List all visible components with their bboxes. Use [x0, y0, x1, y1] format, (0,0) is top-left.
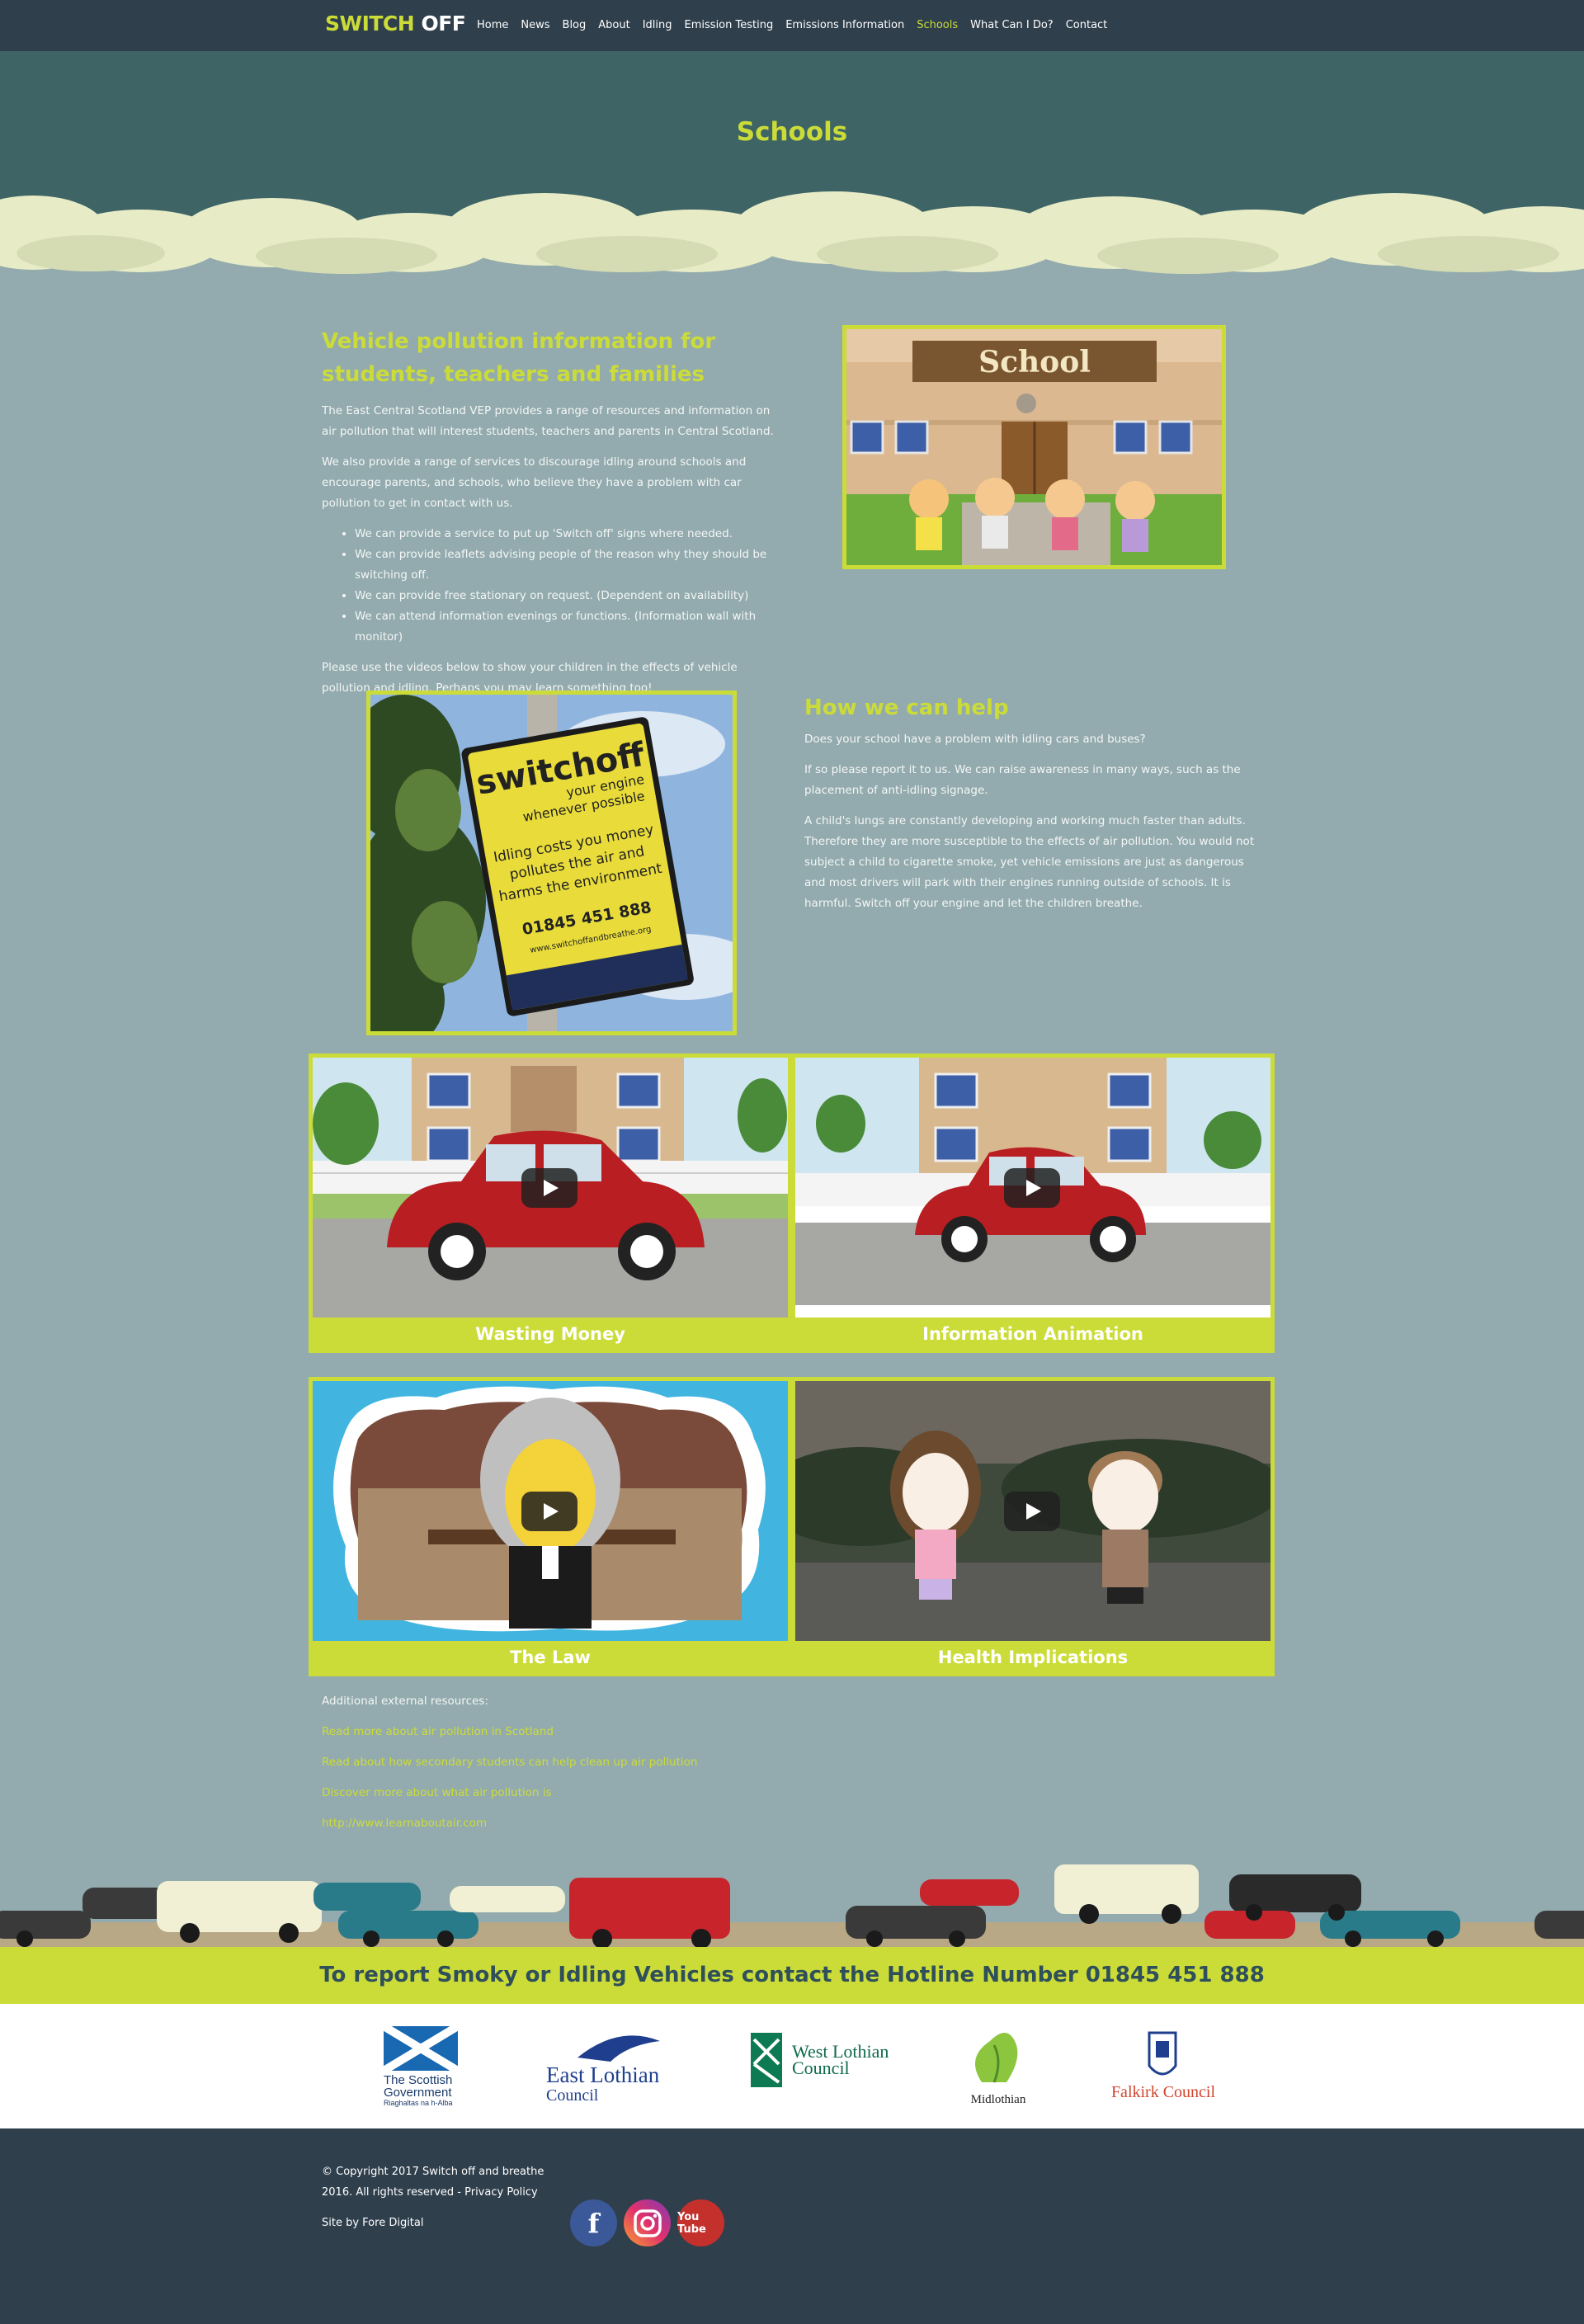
- main-menu: Home News Blog About Idling Emission Tes…: [477, 19, 1120, 31]
- falkirk-text: Falkirk Council: [1111, 2083, 1216, 2101]
- list-item: We can attend information evenings or fu…: [355, 606, 784, 648]
- resources-label: Additional external resources:: [322, 1695, 488, 1708]
- midlothian-text: Midlothian: [971, 2093, 1026, 2106]
- video-health-implications[interactable]: [795, 1381, 1270, 1641]
- nav-home[interactable]: Home: [477, 19, 508, 31]
- facebook-glyph: f: [587, 2207, 600, 2239]
- list-item: We can provide free stationary on reques…: [355, 586, 784, 606]
- play-button-icon[interactable]: [521, 1492, 578, 1531]
- nav-contact[interactable]: Contact: [1066, 19, 1108, 31]
- video-row-2: The Law Health Implications: [309, 1377, 1275, 1676]
- nav-emissions-information[interactable]: Emissions Information: [785, 19, 904, 31]
- video-the-law[interactable]: [313, 1381, 788, 1641]
- site-by-link[interactable]: Site by Fore Digital: [322, 2213, 561, 2233]
- top-nav: SWITCH OFF Home News Blog About Idling E…: [0, 0, 1584, 51]
- nav-idling[interactable]: Idling: [643, 19, 672, 31]
- external-resources: Additional external resources: Read more…: [322, 1691, 817, 1844]
- instagram-icon[interactable]: [624, 2199, 671, 2246]
- intro-section: Vehicle pollution information for studen…: [322, 325, 784, 709]
- hero-banner: Schools: [0, 51, 1584, 274]
- school-sign-text: School: [978, 345, 1091, 379]
- intro-paragraph-2: We also provide a range of services to d…: [322, 455, 747, 510]
- help-paragraph-2: If so please report it to us. We can rai…: [804, 763, 1241, 797]
- site-logo[interactable]: SWITCH OFF: [325, 12, 466, 35]
- video-caption[interactable]: Information Animation: [795, 1319, 1270, 1349]
- nav-news[interactable]: News: [521, 19, 549, 31]
- nav-schools[interactable]: Schools: [917, 19, 958, 31]
- video-wasting-money[interactable]: [313, 1058, 788, 1318]
- play-button-icon[interactable]: [1004, 1492, 1060, 1531]
- help-paragraph-3: A child's lungs are constantly developin…: [804, 814, 1255, 910]
- nav-emission-testing[interactable]: Emission Testing: [685, 19, 774, 31]
- resource-link[interactable]: Read about how secondary students can he…: [322, 1752, 817, 1773]
- switch-off-sign-photo: switchoff your engine whenever possible …: [366, 691, 737, 1035]
- video-caption[interactable]: The Law: [313, 1643, 788, 1672]
- nav-about[interactable]: About: [598, 19, 629, 31]
- scot-gov-line-2: Government: [384, 2086, 452, 2100]
- nav-what-can-i-do[interactable]: What Can I Do?: [970, 19, 1054, 31]
- play-button-icon[interactable]: [1004, 1168, 1060, 1208]
- youtube-icon[interactable]: You Tube: [677, 2199, 724, 2246]
- east-lothian-line-2: Council: [546, 2086, 599, 2105]
- west-lothian-council-logo[interactable]: West Lothian Council: [751, 2025, 895, 2107]
- video-caption[interactable]: Wasting Money: [313, 1319, 788, 1349]
- facebook-icon[interactable]: f: [570, 2199, 617, 2246]
- youtube-glyph: You Tube: [677, 2210, 706, 2236]
- resource-link[interactable]: http://www.learnaboutair.com: [322, 1813, 817, 1834]
- resource-link[interactable]: Discover more about what air pollution i…: [322, 1783, 817, 1803]
- partner-logos: The Scottish Government Riaghaltas na h-…: [0, 2004, 1584, 2128]
- play-button-icon[interactable]: [521, 1168, 578, 1208]
- traffic-illustration: [0, 1864, 1584, 1947]
- video-information-animation[interactable]: [795, 1058, 1270, 1318]
- help-heading: How we can help: [804, 695, 1009, 720]
- list-item: We can provide a service to put up 'Swit…: [355, 524, 784, 544]
- east-lothian-line-1: East Lothian: [546, 2062, 660, 2087]
- help-paragraph-1: Does your school have a problem with idl…: [804, 733, 1146, 746]
- falkirk-council-logo[interactable]: Falkirk Council: [1101, 2025, 1225, 2107]
- video-row-1: Wasting Money Information Animation: [309, 1054, 1275, 1353]
- help-section: How we can help Does your school have a …: [804, 691, 1266, 924]
- footer-text: © Copyright 2017 Switch off and breathe …: [322, 2161, 561, 2233]
- school-cartoon-image: School: [842, 325, 1226, 569]
- copyright-text: © Copyright 2017 Switch off and breathe …: [322, 2166, 544, 2199]
- intro-heading: Vehicle pollution information for studen…: [322, 329, 716, 387]
- video-caption[interactable]: Health Implications: [795, 1643, 1270, 1672]
- scottish-government-logo[interactable]: The Scottish Government Riaghaltas na h-…: [381, 2022, 464, 2107]
- services-list: We can provide a service to put up 'Swit…: [322, 524, 784, 648]
- logo-word-switch: SWITCH: [325, 12, 415, 35]
- east-lothian-council-logo[interactable]: East Lothian Council: [544, 2025, 693, 2107]
- list-item: We can provide leaflets advising people …: [355, 544, 784, 586]
- nav-blog[interactable]: Blog: [563, 19, 587, 31]
- west-lothian-line-2: Council: [792, 2058, 850, 2078]
- intro-paragraph-1: The East Central Scotland VEP provides a…: [322, 404, 774, 438]
- scot-gov-line-3: Riaghaltas na h-Alba: [384, 2099, 453, 2107]
- resource-link[interactable]: Read more about air pollution in Scotlan…: [322, 1722, 817, 1742]
- site-footer: © Copyright 2017 Switch off and breathe …: [0, 2128, 1584, 2324]
- midlothian-council-logo[interactable]: Midlothian: [957, 2025, 1040, 2107]
- clouds-illustration: [0, 191, 1584, 274]
- hotline-banner: To report Smoky or Idling Vehicles conta…: [0, 1947, 1584, 2004]
- page-title: Schools: [736, 117, 848, 147]
- logo-word-off: OFF: [421, 12, 466, 35]
